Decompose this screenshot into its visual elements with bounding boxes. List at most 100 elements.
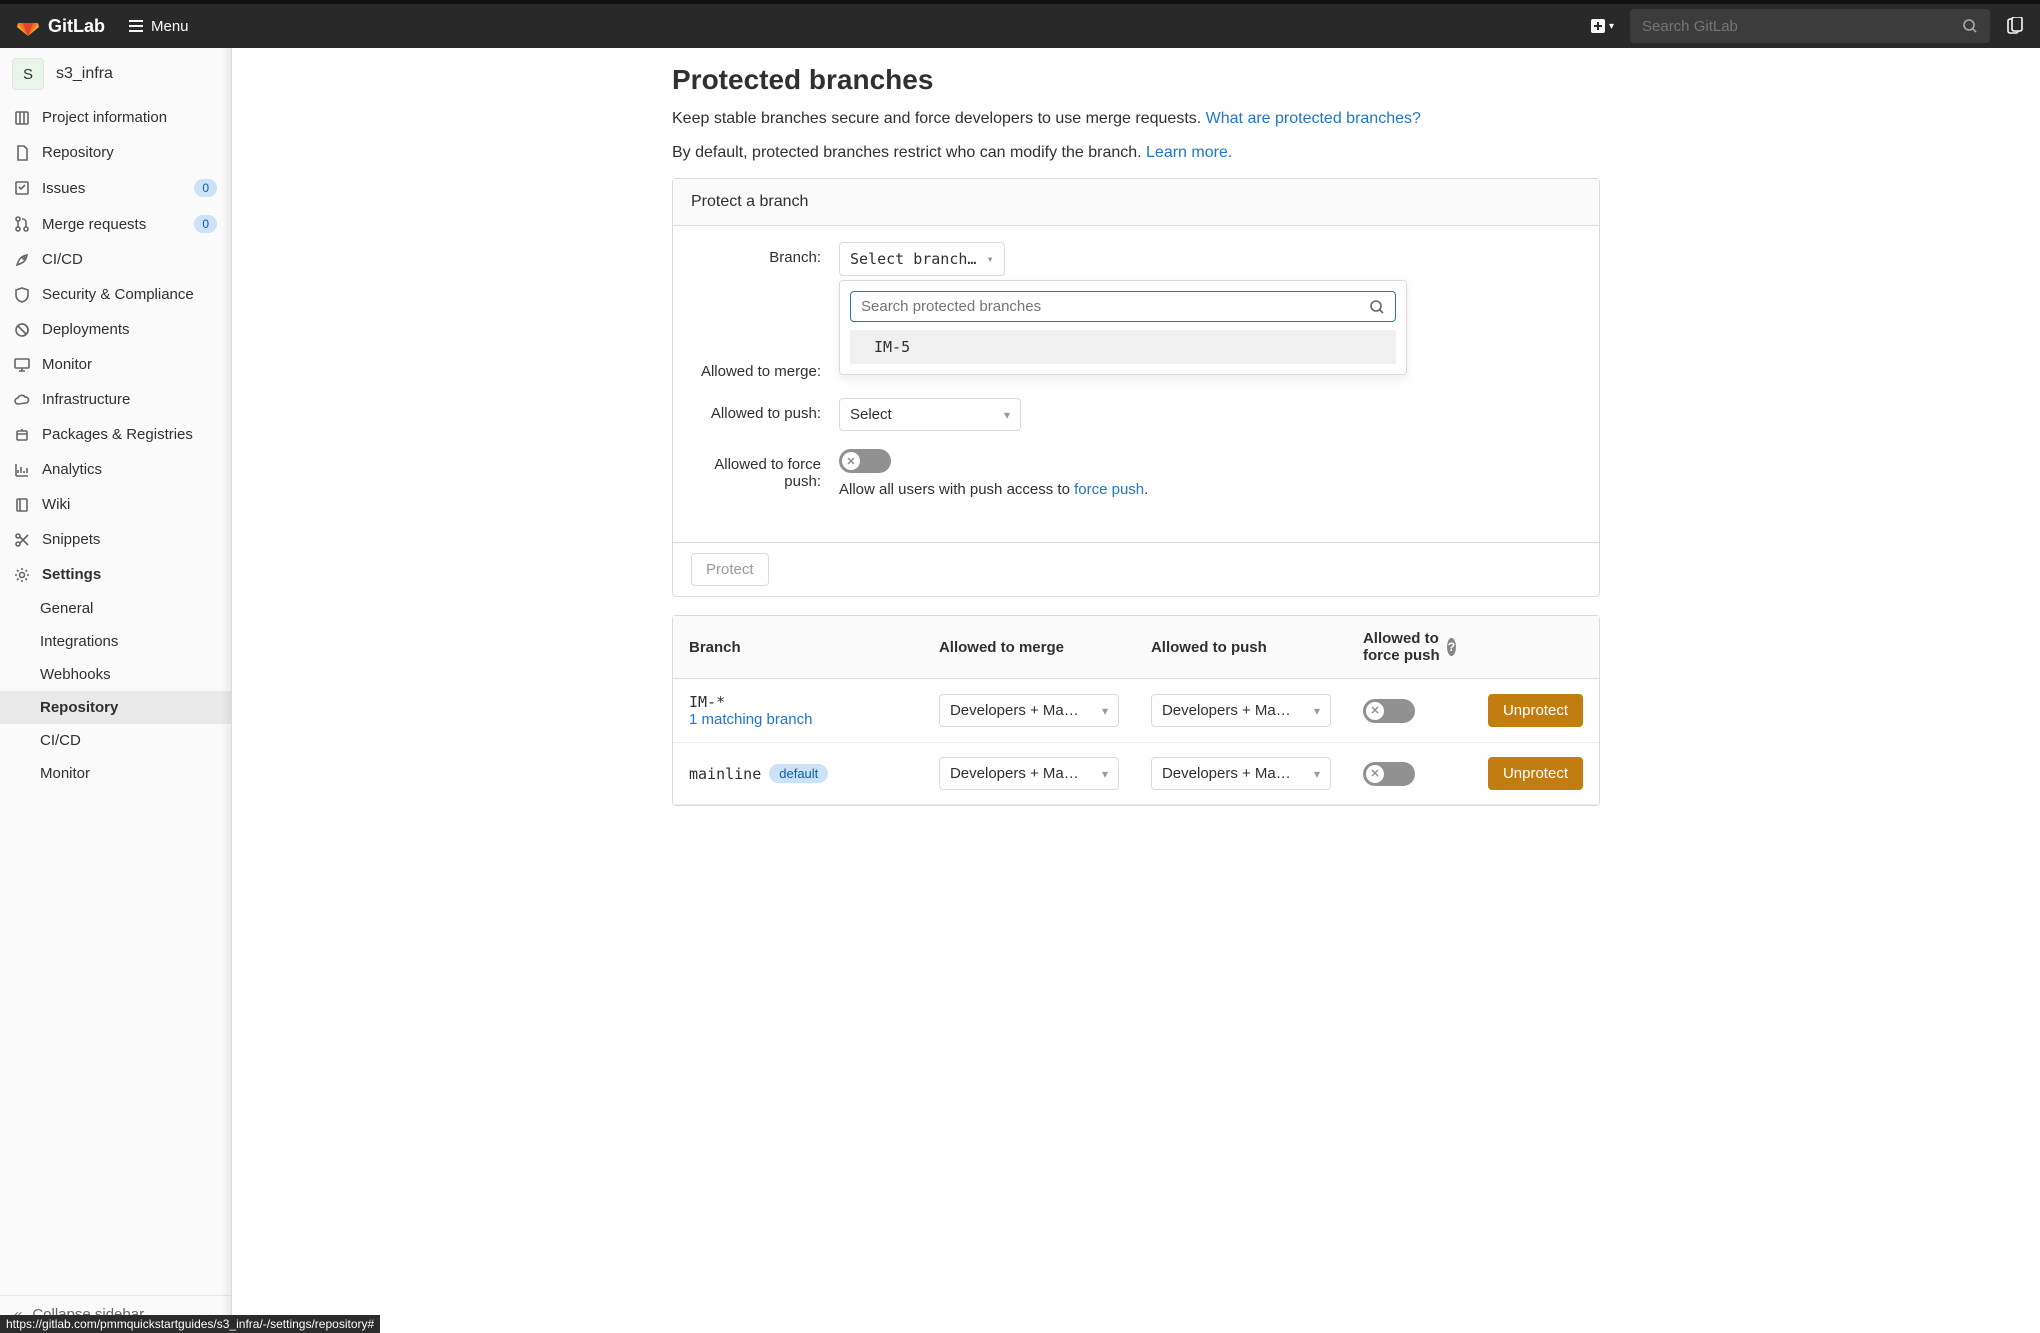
help-icon[interactable]: ? [1447,638,1456,656]
force-push-label: Allowed to force push: [691,449,839,490]
sidebar-item-monitor[interactable]: Monitor [0,347,231,382]
row-merge-select[interactable]: Developers + Ma…▾ [939,694,1119,727]
chevron-down-icon: ▾ [1102,704,1108,718]
sidebar-item-deployments[interactable]: Deployments [0,312,231,347]
page-description: Keep stable branches secure and force de… [672,110,1600,128]
brand-text: GitLab [48,16,105,37]
settings-sub-general[interactable]: General [0,592,231,625]
package-icon [14,427,30,443]
project-name: s3_infra [56,65,113,83]
settings-sub-integrations[interactable]: Integrations [0,625,231,658]
project-avatar: S [12,58,44,90]
cloud-icon [14,392,30,408]
row-merge-select[interactable]: Developers + Ma…▾ [939,757,1119,790]
settings-sub-monitor[interactable]: Monitor [0,757,231,790]
branch-name: IM-* [689,693,812,711]
page-title: Protected branches [672,64,1600,96]
chevron-down-icon: ▾ [1314,704,1320,718]
book-icon [14,497,30,513]
sidebar-item-label: Packages & Registries [42,426,193,443]
protected-branches-table: Branch Allowed to merge Allowed to push … [672,615,1600,806]
branch-select[interactable]: Select branch… ▾ [839,242,1005,276]
branch-search-input[interactable] [861,298,1369,315]
gear-icon [14,567,30,583]
monitor-icon [14,357,30,373]
branch-search[interactable] [850,291,1396,322]
sidebar-item-label: Deployments [42,321,130,338]
global-search[interactable] [1630,9,1990,43]
sidebar-item-label: Infrastructure [42,391,130,408]
branch-option[interactable]: IM-5 [850,330,1396,364]
global-search-input[interactable] [1642,18,1962,35]
issues-icon [14,180,30,196]
sidebar: S s3_infra Project information Repositor… [0,48,232,1333]
branch-label: Branch: [691,242,839,266]
sidebar-item-analytics[interactable]: Analytics [0,452,231,487]
toggle-knob-icon: ✕ [1366,702,1384,720]
row-force-toggle[interactable]: ✕ [1363,699,1415,723]
push-label: Allowed to push: [691,398,839,422]
row-push-select[interactable]: Developers + Ma…▾ [1151,694,1331,727]
settings-sub-cicd[interactable]: CI/CD [0,724,231,757]
force-push-help: Allow all users with push access to forc… [839,481,1581,498]
sidebar-item-wiki[interactable]: Wiki [0,487,231,522]
sidebar-item-project-information[interactable]: Project information [0,100,231,135]
th-branch: Branch [673,616,923,679]
sidebar-item-label: Settings [42,566,101,583]
menu-button[interactable]: Menu [129,18,189,35]
th-merge: Allowed to merge [923,616,1135,679]
create-button[interactable]: ▾ [1591,19,1614,33]
sidebar-item-settings[interactable]: Settings [0,557,231,592]
branch-name: mainline [689,765,761,783]
menu-label: Menu [151,18,189,35]
project-header[interactable]: S s3_infra [0,48,231,100]
settings-sub-webhooks[interactable]: Webhooks [0,658,231,691]
row-push-select[interactable]: Developers + Ma…▾ [1151,757,1331,790]
unprotect-button[interactable]: Unprotect [1488,757,1583,790]
matching-branch-link[interactable]: 1 matching branch [689,711,812,728]
sidebar-item-label: Security & Compliance [42,286,194,303]
info-icon [14,110,30,126]
row-force-toggle[interactable]: ✕ [1363,762,1415,786]
task-icon[interactable] [2006,17,2024,35]
deploy-icon [14,322,30,338]
sidebar-item-label: Project information [42,109,167,126]
page-subdescription: By default, protected branches restrict … [672,144,1600,162]
sidebar-item-label: Analytics [42,461,102,478]
panel-title: Protect a branch [673,179,1599,226]
sidebar-item-label: Monitor [42,356,92,373]
chevron-down-icon: ▾ [1004,408,1010,422]
sidebar-item-security[interactable]: Security & Compliance [0,277,231,312]
rocket-icon [14,252,30,268]
topbar: GitLab Menu ▾ [0,0,2040,48]
chevron-down-icon: ▾ [1314,767,1320,781]
brand[interactable]: GitLab [16,14,105,38]
hamburger-icon [129,20,143,32]
shield-icon [14,287,30,303]
toggle-knob-icon: ✕ [1366,765,1384,783]
sidebar-item-issues[interactable]: Issues 0 [0,170,231,206]
sidebar-item-cicd[interactable]: CI/CD [0,242,231,277]
sidebar-item-label: Wiki [42,496,70,513]
count-badge: 0 [194,179,217,197]
protect-button[interactable]: Protect [691,553,769,586]
unprotect-button[interactable]: Unprotect [1488,694,1583,727]
chevron-down-icon: ▾ [1102,767,1108,781]
learn-more-link[interactable]: Learn more. [1146,144,1232,161]
sidebar-item-label: Snippets [42,531,100,548]
push-select[interactable]: Select ▾ [839,398,1021,431]
force-push-link[interactable]: force push [1074,481,1144,498]
sidebar-item-repository[interactable]: Repository [0,135,231,170]
merge-label: Allowed to merge: [691,356,839,380]
what-are-protected-link[interactable]: What are protected branches? [1206,110,1421,127]
sidebar-item-packages[interactable]: Packages & Registries [0,417,231,452]
sidebar-item-infrastructure[interactable]: Infrastructure [0,382,231,417]
branch-dropdown: IM-5 [839,280,1407,375]
search-icon [1962,18,1978,34]
force-push-toggle[interactable]: ✕ [839,449,891,473]
sidebar-item-snippets[interactable]: Snippets [0,522,231,557]
sidebar-item-merge-requests[interactable]: Merge requests 0 [0,206,231,242]
settings-sub-repository[interactable]: Repository [0,691,231,724]
th-push: Allowed to push [1135,616,1347,679]
main-content: Protected branches Keep stable branches … [232,48,2040,1333]
